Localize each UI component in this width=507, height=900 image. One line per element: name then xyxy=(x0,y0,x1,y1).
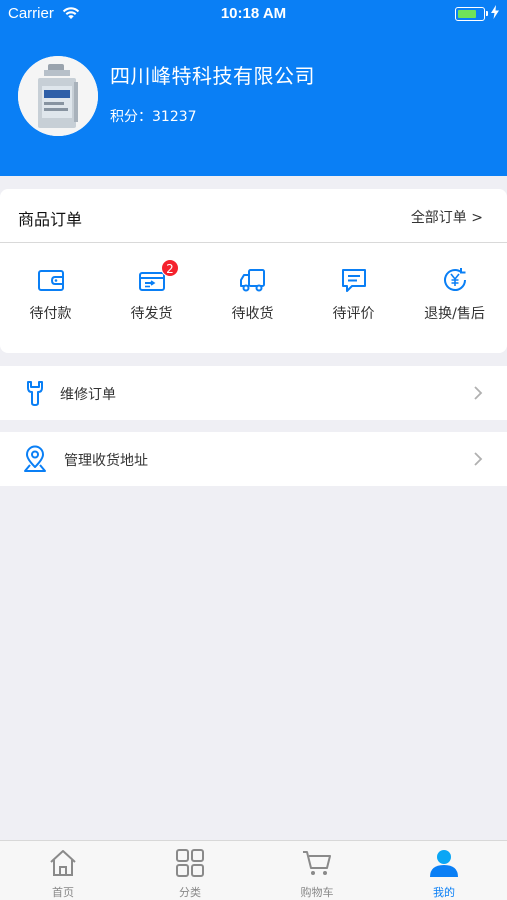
battery-icon xyxy=(455,7,488,21)
order-status-label: 待收货 xyxy=(231,306,274,322)
wrench-icon xyxy=(27,381,43,406)
order-status-pending-payment[interactable]: 待付款 xyxy=(0,243,101,353)
tab-label: 分类 xyxy=(179,886,201,899)
order-status-label: 待评价 xyxy=(332,306,375,322)
tab-label: 购物车 xyxy=(300,886,334,899)
order-title: 商品订单 xyxy=(18,210,83,229)
chevron-right-icon xyxy=(474,386,483,400)
order-status-label: 待发货 xyxy=(130,306,173,322)
comment-icon xyxy=(341,269,366,292)
order-status-pending-review[interactable]: 待评价 xyxy=(303,243,404,353)
order-status-label: 待付款 xyxy=(29,306,72,322)
chevron-right-icon xyxy=(474,452,483,466)
user-icon xyxy=(430,850,458,877)
points-label: 积分：31237 xyxy=(110,109,197,125)
grid-icon xyxy=(176,849,204,877)
status-bar: Carrier 10:18 AM xyxy=(0,0,507,28)
clock: 10:18 AM xyxy=(220,5,287,22)
wallet-icon xyxy=(37,270,64,291)
tab-label: 首页 xyxy=(52,886,74,899)
refund-yen-icon xyxy=(443,268,466,291)
all-orders-link[interactable]: 全部订单 > xyxy=(411,207,483,227)
order-status-label: 退换/售后 xyxy=(424,306,485,322)
order-status-pending-receipt[interactable]: 待收货 xyxy=(202,243,303,353)
repair-orders-row[interactable]: 维修订单 xyxy=(0,366,507,420)
order-card-header[interactable]: 商品订单 全部订单 > xyxy=(0,189,507,243)
tab-category[interactable]: 分类 xyxy=(127,841,253,900)
charging-bolt-icon xyxy=(491,5,499,19)
notification-badge: 2 xyxy=(161,259,179,277)
order-card: 商品订单 全部订单 > 待付款 2 待发货 待收货 待评价 退换/售后 xyxy=(0,189,507,353)
company-name: 四川峰特科技有限公司 xyxy=(110,64,315,88)
cart-icon xyxy=(303,851,331,875)
truck-icon xyxy=(239,269,265,292)
manage-address-row[interactable]: 管理收货地址 xyxy=(0,432,507,486)
tab-mine[interactable]: 我的 xyxy=(381,841,507,900)
profile-header: Carrier 10:18 AM 四川峰特科技有限公司 积分：31237 xyxy=(0,0,507,176)
order-status-pending-shipment[interactable]: 2 待发货 xyxy=(101,243,202,353)
avatar[interactable] xyxy=(18,56,98,136)
location-icon xyxy=(24,445,46,472)
repair-orders-label: 维修订单 xyxy=(60,387,116,403)
tab-cart[interactable]: 购物车 xyxy=(254,841,380,900)
home-icon xyxy=(50,850,76,876)
manage-address-label: 管理收货地址 xyxy=(64,453,148,469)
tab-label: 我的 xyxy=(433,886,455,899)
tab-home[interactable]: 首页 xyxy=(0,841,126,900)
order-status-list: 待付款 2 待发货 待收货 待评价 退换/售后 xyxy=(0,243,507,353)
order-status-after-sales[interactable]: 退换/售后 xyxy=(404,243,505,353)
oil-bottle-image xyxy=(18,56,98,136)
tab-bar: 首页 分类 购物车 我的 xyxy=(0,840,507,900)
